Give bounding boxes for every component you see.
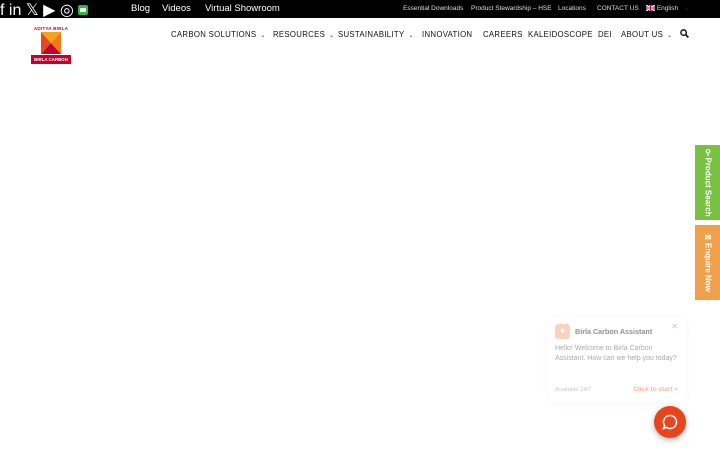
product-search-label: ⚲ Product Search — [703, 147, 712, 217]
logo-mark-icon — [41, 32, 61, 54]
chevron-down-icon: ⌄ — [260, 33, 266, 39]
sparkle-icon: ✦ — [555, 324, 570, 339]
chat-launcher-button[interactable] — [654, 406, 686, 438]
enquire-now-label: ✉ Enquire Now — [703, 232, 712, 292]
nav-label: CARBON SOLUTIONS — [171, 30, 257, 39]
linkedin-icon[interactable]: in — [9, 2, 21, 19]
x-icon[interactable]: 𝕏 — [26, 2, 39, 19]
chevron-down-icon: ⌄ — [329, 33, 335, 39]
nav-kaleidoscope[interactable]: KALEIDOSCOPE — [528, 29, 593, 41]
logo[interactable]: ADITYA BIRLA BIRLA CARBON — [31, 26, 71, 65]
videos-link[interactable]: Videos — [162, 0, 191, 18]
logo-subtitle: BIRLA CARBON — [31, 55, 71, 64]
chat-start-link[interactable]: Click to start » — [633, 386, 678, 393]
locations-link[interactable]: Locations — [558, 0, 586, 18]
chevron-down-icon: ⌄ — [683, 6, 689, 12]
search-icon: ⚲ — [704, 147, 711, 157]
chat-bubble-icon — [662, 414, 678, 430]
header — [0, 18, 720, 70]
chevron-down-icon: ⌄ — [408, 33, 414, 39]
nav-dei[interactable]: DEI — [598, 29, 612, 41]
enquire-now-tab[interactable]: ✉ Enquire Now — [695, 225, 720, 300]
search-icon[interactable] — [680, 29, 689, 41]
product-stewardship-link[interactable]: Product Stewardship – HSE — [471, 0, 552, 18]
language-selector[interactable]: English ⌄ — [645, 0, 689, 18]
nav-label: RESOURCES — [273, 30, 326, 39]
chat-title: Birla Carbon Assistant — [575, 327, 653, 336]
nav-carbon-solutions[interactable]: CARBON SOLUTIONS ⌄ — [171, 29, 266, 41]
chevron-down-icon: ⌄ — [667, 33, 673, 39]
logo-brand: ADITYA BIRLA — [33, 26, 69, 31]
language-label: English — [656, 5, 679, 12]
nav-sustainability[interactable]: SUSTAINABILITY ⌄ — [338, 29, 414, 41]
youtube-icon[interactable]: ▶ — [43, 2, 55, 19]
nav-innovation[interactable]: INNOVATION — [422, 29, 472, 41]
contact-us-link[interactable]: CONTACT US — [597, 0, 639, 18]
essential-downloads-link[interactable]: Essential Downloads — [403, 0, 463, 18]
chat-availability: Available 24/7 — [555, 387, 592, 393]
facebook-icon[interactable]: f — [0, 2, 4, 19]
uk-flag-icon — [645, 4, 656, 12]
chat-popup[interactable]: ✦ Birla Carbon Assistant ✕ Hello! Welcom… — [548, 318, 686, 402]
wechat-icon[interactable] — [78, 2, 89, 19]
nav-about-us[interactable]: ABOUT US ⌄ — [621, 29, 672, 41]
blog-link[interactable]: Blog — [131, 0, 150, 18]
nav-resources[interactable]: RESOURCES ⌄ — [273, 29, 334, 41]
chat-message: Hello! Welcome to Birla Carbon Assistant… — [555, 345, 677, 362]
virtual-showroom-link[interactable]: Virtual Showroom — [205, 0, 280, 18]
close-icon[interactable]: ✕ — [671, 322, 678, 331]
nav-careers[interactable]: CAREERS — [483, 29, 523, 41]
top-bar: f in 𝕏 ▶ ◎ Blog Videos Virtual Showroom … — [0, 0, 720, 19]
mail-icon: ✉ — [704, 232, 711, 242]
nav-label: SUSTAINABILITY — [338, 30, 405, 39]
instagram-icon[interactable]: ◎ — [60, 2, 74, 19]
product-search-tab[interactable]: ⚲ Product Search — [695, 145, 720, 220]
nav-label: ABOUT US — [621, 30, 664, 39]
